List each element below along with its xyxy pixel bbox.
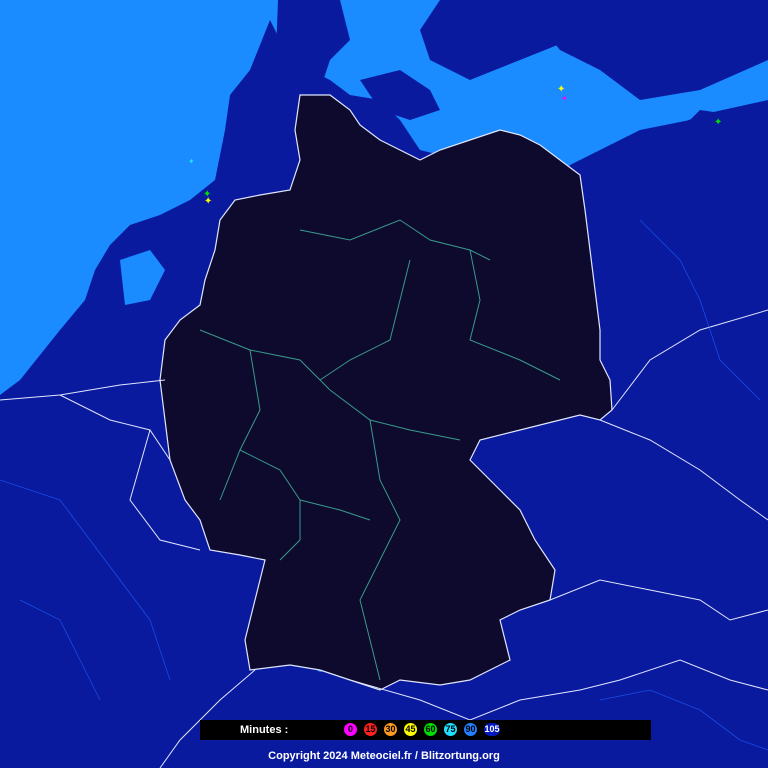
date-label: jeudi 21 novembre 2024 bbox=[9, 7, 167, 23]
legend-chip-0: 0 bbox=[343, 722, 358, 737]
legend-chip-15: 15 bbox=[363, 722, 378, 737]
time-label: 14:00 bbox=[9, 31, 66, 56]
legend-chip-105: 105 bbox=[483, 722, 501, 737]
legend-chips: 0 15 30 45 60 75 90 105 bbox=[200, 720, 651, 740]
strike-marker: ✦ bbox=[204, 196, 212, 207]
poland-land bbox=[600, 100, 768, 768]
strike-marker: ✦ bbox=[714, 117, 722, 128]
legend-chip-90: 90 bbox=[463, 722, 478, 737]
legend-chip-45: 45 bbox=[403, 722, 418, 737]
legend-chip-60: 60 bbox=[423, 722, 438, 737]
legend-chip-30: 30 bbox=[383, 722, 398, 737]
strike-marker: ✦ bbox=[561, 94, 568, 103]
strike-count-summary: Environ 71 éclairs dans les 2 dernières … bbox=[9, 60, 252, 72]
legend-chip-75: 75 bbox=[443, 722, 458, 737]
lightning-map: ✦ ✦ ✦ ✦ ✦ ✦ bbox=[0, 0, 768, 768]
minutes-legend: Minutes : 0 15 30 45 60 75 90 105 bbox=[200, 720, 651, 740]
strike-marker: ✦ bbox=[188, 157, 195, 166]
copyright-text: Copyright 2024 Meteociel.fr / Blitzortun… bbox=[268, 750, 500, 762]
